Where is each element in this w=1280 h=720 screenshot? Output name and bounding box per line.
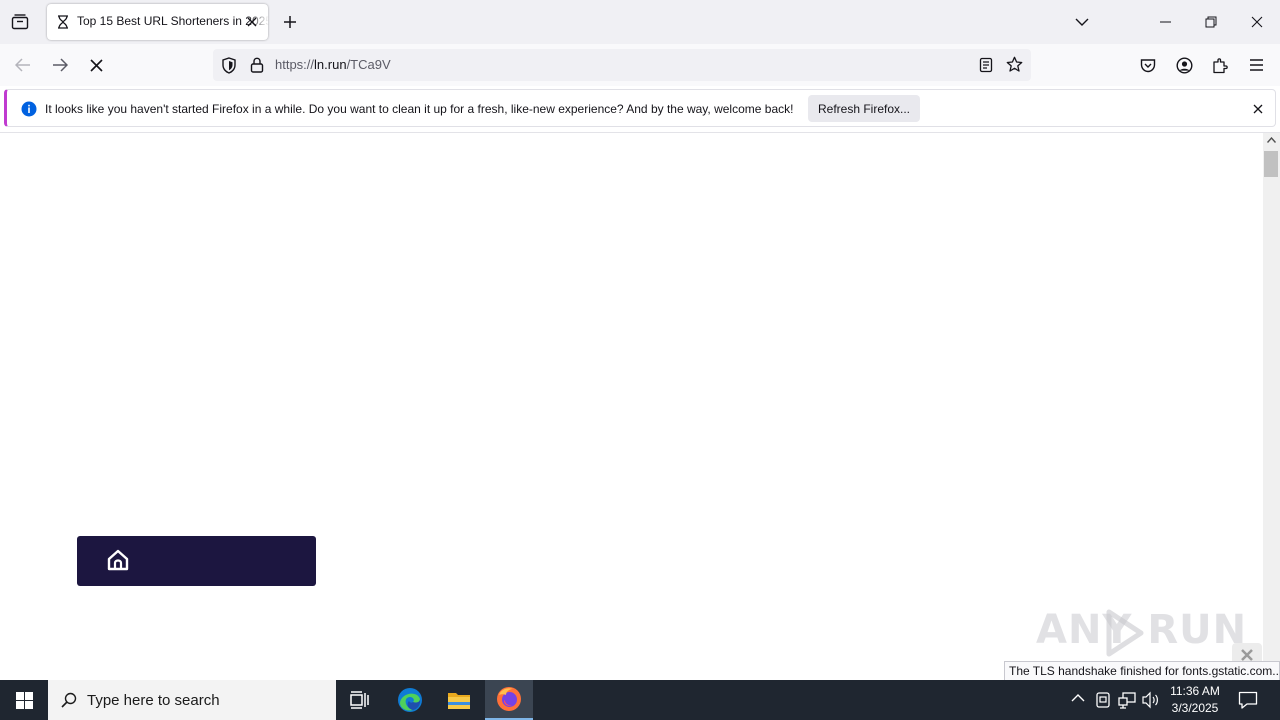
- task-view-button[interactable]: [336, 680, 384, 720]
- info-icon: [21, 101, 37, 117]
- reader-view-icon[interactable]: [979, 57, 993, 73]
- firefox-icon: [497, 687, 521, 711]
- navigation-toolbar: https://ln.run/TCa9V: [0, 44, 1280, 86]
- close-icon: [247, 17, 257, 27]
- firefox-taskbar-app[interactable]: [485, 680, 533, 720]
- status-tooltip: The TLS handshake finished for fonts.gst…: [1004, 661, 1280, 681]
- account-button[interactable]: [1171, 52, 1197, 78]
- scrollbar-thumb[interactable]: [1264, 151, 1278, 177]
- file-explorer-taskbar-app[interactable]: [435, 680, 483, 720]
- pocket-button[interactable]: [1135, 52, 1161, 78]
- puzzle-icon: [1213, 57, 1228, 73]
- url-bar[interactable]: https://ln.run/TCa9V: [213, 49, 1031, 81]
- hamburger-menu-icon: [1249, 59, 1263, 71]
- extensions-button[interactable]: [1207, 52, 1233, 78]
- url-domain: ln.run: [314, 57, 347, 72]
- folder-icon: [448, 693, 470, 709]
- play-logo-icon: [1105, 609, 1145, 657]
- system-clock[interactable]: 11:36 AM 3/3/2025: [1162, 683, 1228, 717]
- edge-taskbar-app[interactable]: [386, 680, 434, 720]
- restore-icon: [1205, 16, 1217, 28]
- account-icon: [1175, 56, 1193, 74]
- search-placeholder: Type here to search: [87, 692, 220, 709]
- arrow-right-icon: [53, 58, 68, 72]
- pocket-icon: [1140, 58, 1156, 72]
- task-view-icon: [350, 691, 369, 709]
- tab-strip: Top 15 Best URL Shorteners in 2025: [0, 0, 1280, 44]
- start-button[interactable]: [0, 680, 48, 720]
- arrow-left-icon: [15, 58, 30, 72]
- plus-icon: [284, 16, 296, 28]
- windows-logo-icon: [15, 691, 33, 709]
- home-icon: [106, 548, 130, 572]
- search-icon: [61, 692, 77, 708]
- network-icon[interactable]: [1118, 691, 1136, 709]
- notification-center-icon[interactable]: [1238, 691, 1258, 709]
- bookmark-star-icon[interactable]: [1006, 56, 1023, 73]
- chevron-down-icon: [1075, 18, 1089, 26]
- refresh-firefox-notification: It looks like you haven't started Firefo…: [4, 89, 1276, 127]
- stop-button[interactable]: [83, 52, 109, 78]
- tray-overflow-chevron-icon[interactable]: [1071, 693, 1085, 702]
- minimize-icon: [1159, 21, 1171, 23]
- home-button-block[interactable]: [77, 536, 316, 586]
- tab-close-button[interactable]: [244, 14, 260, 30]
- minimize-button[interactable]: [1142, 0, 1188, 44]
- back-button[interactable]: [10, 52, 36, 78]
- firefox-view-button[interactable]: [8, 10, 32, 34]
- close-icon: [1253, 104, 1263, 114]
- clock-date: 3/3/2025: [1171, 701, 1219, 715]
- notification-close-button[interactable]: [1250, 101, 1266, 117]
- lock-icon[interactable]: [250, 57, 264, 73]
- window-close-button[interactable]: [1234, 0, 1280, 44]
- windows-taskbar: Type here to search 11:36 AM 3/3/2025: [0, 680, 1280, 720]
- url-text[interactable]: https://ln.run/TCa9V: [275, 57, 391, 72]
- url-path: /TCa9V: [346, 57, 391, 72]
- scroll-up-arrow-icon[interactable]: [1267, 137, 1276, 143]
- url-scheme: https://: [275, 57, 315, 72]
- meet-now-icon[interactable]: [1095, 691, 1111, 709]
- loading-hourglass-icon: [57, 15, 69, 29]
- list-all-tabs-button[interactable]: [1070, 10, 1094, 34]
- close-icon: [1251, 16, 1263, 28]
- taskbar-search-box[interactable]: Type here to search: [48, 680, 336, 720]
- vertical-scrollbar[interactable]: [1263, 133, 1280, 670]
- app-menu-button[interactable]: [1243, 52, 1269, 78]
- clock-time: 11:36 AM: [1170, 684, 1220, 698]
- edge-icon: [398, 688, 422, 712]
- tracking-protection-icon[interactable]: [221, 57, 237, 74]
- tab-active[interactable]: Top 15 Best URL Shorteners in 2025: [47, 4, 272, 40]
- firefox-view-icon: [11, 14, 29, 30]
- notification-message: It looks like you haven't started Firefo…: [45, 102, 794, 116]
- page-content: ANY RUN The TLS handshake finished for f…: [0, 132, 1280, 681]
- forward-button[interactable]: [47, 52, 73, 78]
- restore-button[interactable]: [1188, 0, 1234, 44]
- refresh-firefox-button[interactable]: Refresh Firefox...: [808, 95, 920, 122]
- volume-icon[interactable]: [1142, 691, 1160, 709]
- stop-icon: [89, 58, 103, 72]
- new-tab-button[interactable]: [278, 10, 302, 34]
